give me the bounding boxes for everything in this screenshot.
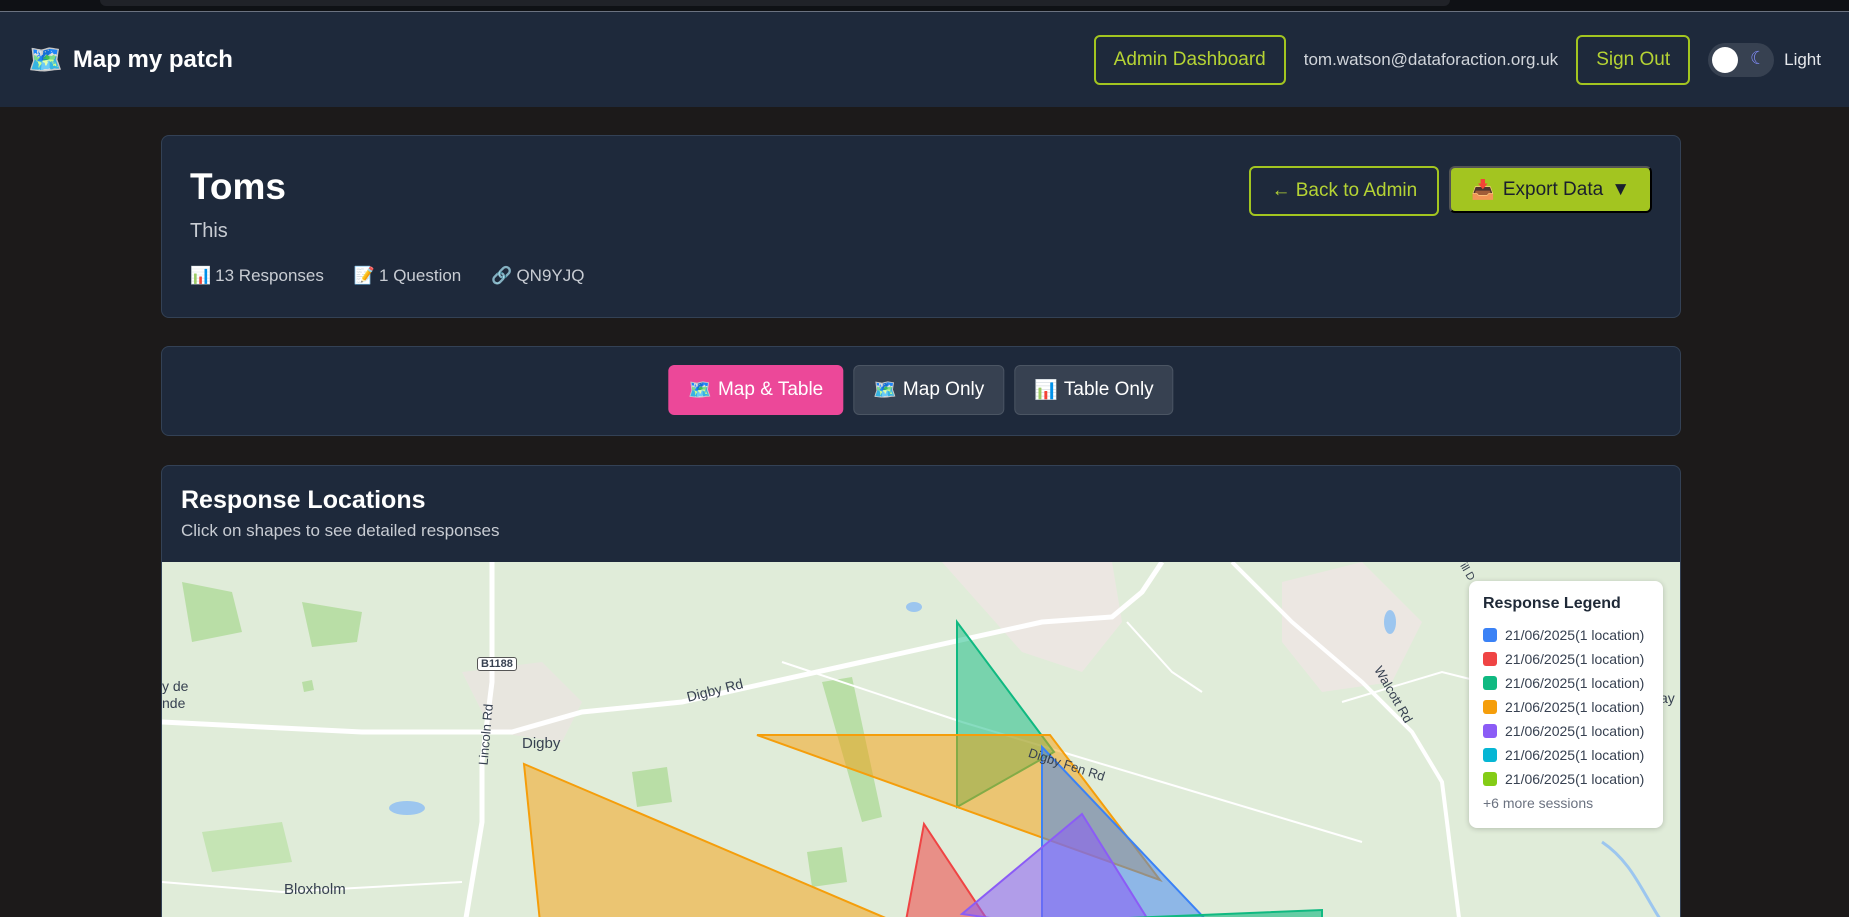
app-title: Map my patch bbox=[72, 45, 233, 73]
link-icon: 🔗 bbox=[491, 266, 513, 285]
map-and-table-button[interactable]: 🗺️ Map & Table bbox=[668, 365, 844, 415]
legend-item: 21/06/2025(1 location) bbox=[1483, 647, 1649, 671]
place-label-digby: Digby bbox=[522, 735, 561, 752]
legend-item-label: 21/06/2025(1 location) bbox=[1505, 723, 1645, 739]
responses-count: 📊 13 Responses bbox=[190, 266, 324, 286]
legend-swatch bbox=[1483, 700, 1497, 714]
survey-stats: 📊 13 Responses 📝 1 Question 🔗 QN9YJQ bbox=[190, 266, 584, 286]
place-label-bloxholm: Bloxholm bbox=[284, 881, 346, 898]
legend-swatch bbox=[1483, 748, 1497, 762]
bar-chart-icon: 📊 bbox=[1034, 380, 1058, 401]
map-svg[interactable] bbox=[162, 562, 1681, 917]
map-icon: 🗺️ bbox=[873, 380, 897, 401]
user-email: tom.watson@dataforaction.org.uk bbox=[1303, 49, 1559, 69]
view-mode-toggle: 🗺️ Map & Table 🗺️ Map Only 📊 Table Only bbox=[668, 365, 1174, 415]
legend-item-label: 21/06/2025(1 location) bbox=[1505, 675, 1645, 691]
admin-dashboard-button[interactable]: Admin Dashboard bbox=[1093, 34, 1286, 85]
legend-item-label: 21/06/2025(1 location) bbox=[1505, 627, 1645, 643]
legend-more-sessions[interactable]: +6 more sessions bbox=[1483, 795, 1649, 811]
legend-item-label: 21/06/2025(1 location) bbox=[1505, 771, 1645, 787]
legend-item: 21/06/2025(1 location) bbox=[1483, 671, 1649, 695]
map-canvas[interactable]: Digby Digby Rd Digby Fen Rd Lincoln Rd W… bbox=[162, 561, 1681, 917]
response-shape-orange-2[interactable] bbox=[522, 762, 942, 917]
legend-swatch bbox=[1483, 676, 1497, 690]
place-label-edge-left-2: nde bbox=[162, 695, 186, 711]
toggle-knob bbox=[1712, 46, 1739, 73]
brand[interactable]: 🗺️ Map my patch bbox=[28, 43, 233, 76]
browser-tab-bar bbox=[100, 0, 1450, 6]
theme-toggle[interactable]: ☾ bbox=[1708, 42, 1775, 77]
map-only-label: Map Only bbox=[902, 379, 985, 400]
legend-item-label: 21/06/2025(1 location) bbox=[1505, 699, 1645, 715]
legend-item: 21/06/2025(1 location) bbox=[1483, 767, 1649, 791]
legend-title: Response Legend bbox=[1483, 595, 1621, 612]
survey-summary-card: Toms This 📊 13 Responses 📝 1 Question 🔗 QN9… bbox=[161, 135, 1681, 318]
sign-out-button[interactable]: Sign Out bbox=[1576, 34, 1691, 85]
view-mode-card: 🗺️ Map & Table 🗺️ Map Only 📊 Table Only bbox=[161, 346, 1681, 436]
legend-item: 21/06/2025(1 location) bbox=[1483, 719, 1649, 743]
map-icon: 🗺️ bbox=[688, 380, 712, 401]
inbox-tray-icon: 📥 bbox=[1471, 179, 1495, 201]
legend-item-label: 21/06/2025(1 location) bbox=[1505, 651, 1645, 667]
memo-icon: 📝 bbox=[353, 266, 376, 285]
questions-count: 📝 1 Question bbox=[354, 266, 461, 286]
browser-top-strip bbox=[0, 0, 1849, 12]
legend-swatch bbox=[1483, 772, 1497, 786]
legend-swatch bbox=[1483, 724, 1497, 738]
legend-swatch bbox=[1483, 628, 1497, 642]
response-shapes[interactable] bbox=[522, 618, 1323, 917]
map-logo-icon: 🗺️ bbox=[28, 44, 63, 75]
map-only-button[interactable]: 🗺️ Map Only bbox=[853, 365, 1005, 415]
survey-description: This bbox=[190, 220, 228, 242]
map-subtitle: Click on shapes to see detailed response… bbox=[181, 521, 500, 540]
legend-item: 21/06/2025(1 location) bbox=[1483, 623, 1649, 647]
theme-label: Light bbox=[1784, 49, 1821, 69]
questions-count-label: 1 Question bbox=[379, 266, 462, 285]
map-and-table-label: Map & Table bbox=[717, 379, 824, 400]
survey-code-label: QN9YJQ bbox=[516, 266, 585, 285]
top-navbar: 🗺️ Map my patch Admin Dashboard tom.wats… bbox=[0, 12, 1849, 107]
back-to-admin-button[interactable]: ← Back to Admin bbox=[1249, 166, 1440, 216]
export-data-label: Export Data bbox=[1502, 178, 1604, 200]
response-locations-card: Response Locations Click on shapes to se… bbox=[161, 465, 1681, 917]
bar-chart-icon: 📊 bbox=[190, 266, 212, 285]
road-shield-b1188: B1188 bbox=[477, 657, 517, 671]
moon-icon: ☾ bbox=[1749, 47, 1767, 68]
survey-code: 🔗 QN9YJQ bbox=[491, 266, 584, 286]
legend-item-label: 21/06/2025(1 location) bbox=[1505, 747, 1645, 763]
map-title: Response Locations bbox=[181, 486, 426, 514]
legend-item: 21/06/2025(1 location) bbox=[1483, 743, 1649, 767]
response-legend: Response Legend 21/06/2025(1 location) 21… bbox=[1469, 581, 1663, 828]
caret-down-icon: ▼ bbox=[1611, 178, 1630, 200]
responses-count-label: 13 Responses bbox=[215, 266, 324, 285]
survey-title: Toms bbox=[190, 166, 286, 207]
table-only-label: Table Only bbox=[1063, 379, 1154, 400]
table-only-button[interactable]: 📊 Table Only bbox=[1014, 365, 1174, 415]
legend-item: 21/06/2025(1 location) bbox=[1483, 695, 1649, 719]
legend-swatch bbox=[1483, 652, 1497, 666]
export-data-button[interactable]: 📥 Export Data ▼ bbox=[1449, 166, 1652, 213]
place-label-edge-left-1: y de bbox=[162, 678, 189, 694]
